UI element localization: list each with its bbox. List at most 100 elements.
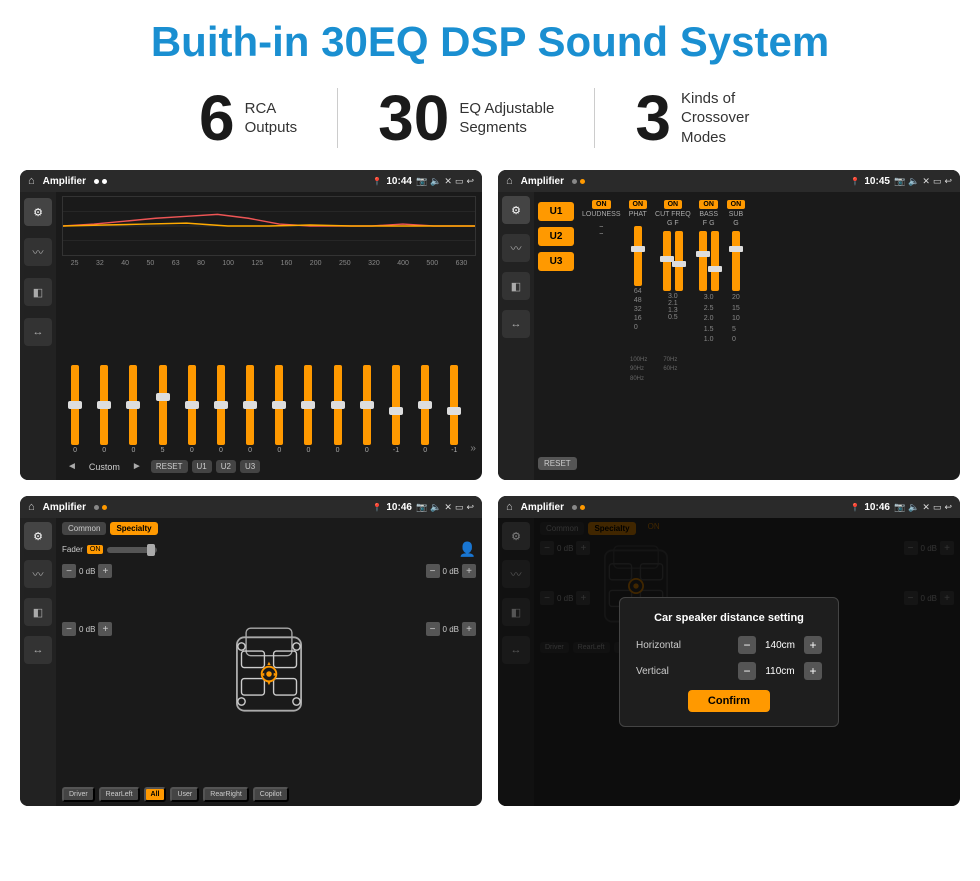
home-icon-2[interactable]: ⌂: [506, 175, 513, 187]
db-ctrl-rear-right: − 0 dB +: [426, 622, 476, 636]
cutfreq-ctrl: ON CUT FREQ G F: [655, 200, 691, 321]
minus-btn-rr[interactable]: −: [426, 622, 440, 636]
driver-btn[interactable]: Driver: [62, 787, 95, 802]
back-icon[interactable]: ↩: [466, 176, 474, 187]
plus-btn-fl[interactable]: +: [98, 564, 112, 578]
cross-icon-btn-4[interactable]: ↔: [502, 310, 530, 338]
speaker-status-dots: [94, 505, 107, 510]
u3-button[interactable]: U3: [240, 460, 260, 473]
eq-slider-14[interactable]: -1: [441, 365, 467, 454]
cross-icon-btn-3[interactable]: ◧: [502, 272, 530, 300]
horizontal-plus[interactable]: +: [804, 636, 822, 654]
cross-icon-btn-2[interactable]: 〰: [502, 234, 530, 262]
home-icon-4[interactable]: ⌂: [506, 501, 513, 513]
crossover-app-title: Amplifier: [521, 176, 564, 187]
rearright-btn[interactable]: RearRight: [203, 787, 249, 802]
cutfreq-on[interactable]: ON: [664, 200, 683, 209]
phat-on[interactable]: ON: [629, 200, 648, 209]
user-btn[interactable]: User: [170, 787, 199, 802]
stat-crossover: 3 Kinds ofCrossover Modes: [595, 86, 821, 150]
spk-icon-btn-2[interactable]: 〰: [24, 560, 52, 588]
eq-slider-6[interactable]: 0: [208, 365, 234, 454]
stat-text-rca: RCAOutputs: [245, 99, 298, 138]
loudness-on[interactable]: ON: [592, 200, 611, 209]
copilot-btn[interactable]: Copilot: [253, 787, 289, 802]
rearleft-btn[interactable]: RearLeft: [99, 787, 140, 802]
u1-button[interactable]: U1: [192, 460, 212, 473]
plus-btn-rl[interactable]: +: [98, 622, 112, 636]
eq-slider-4[interactable]: 5: [150, 365, 176, 454]
eq-slider-3[interactable]: 0: [120, 365, 146, 454]
eq-slider-9[interactable]: 0: [295, 365, 321, 454]
rect-icon-3: ▭: [455, 502, 464, 513]
svg-text:◄: ◄: [260, 671, 265, 677]
horizontal-minus[interactable]: −: [738, 636, 756, 654]
back-icon-2[interactable]: ↩: [944, 176, 952, 187]
dialog-status-icons: 📷 🔈 ✕ ▭ ↩: [894, 502, 952, 513]
eq-icon-btn-2[interactable]: 〰: [24, 238, 52, 266]
eq-sliders-row: 0 0 0 5 0: [62, 271, 476, 456]
bass-on[interactable]: ON: [699, 200, 718, 209]
crossover-right: U1 U2 U3 RESET ON LOUDNESS ~: [534, 192, 960, 480]
db-val-rl: 0 dB: [79, 625, 95, 634]
bass-label: BASS: [699, 211, 718, 218]
back-icon-3[interactable]: ↩: [466, 502, 474, 513]
spk-icon-btn-3[interactable]: ◧: [24, 598, 52, 626]
eq-app-title: Amplifier: [43, 176, 86, 187]
u1-crossover-btn[interactable]: U1: [538, 202, 574, 221]
back-icon-4[interactable]: ↩: [944, 502, 952, 513]
sub-on[interactable]: ON: [727, 200, 746, 209]
home-icon-3[interactable]: ⌂: [28, 501, 35, 513]
eq-left-panel: ⚙ 〰 ◧ ↔: [20, 192, 56, 480]
all-btn[interactable]: All: [144, 787, 167, 802]
speaker-right-col: − 0 dB + − 0 dB +: [426, 564, 476, 783]
eq-icon-btn-4[interactable]: ↔: [24, 318, 52, 346]
minus-btn-rl[interactable]: −: [62, 622, 76, 636]
u2-button[interactable]: U2: [216, 460, 236, 473]
minus-btn-fr[interactable]: −: [426, 564, 440, 578]
crossover-left-panel: ⚙ 〰 ◧ ↔: [498, 192, 534, 480]
tab-common[interactable]: Common: [62, 522, 106, 535]
spk-icon-btn-4[interactable]: ↔: [24, 636, 52, 664]
fader-label: Fader: [62, 545, 83, 554]
eq-icon-btn-3[interactable]: ◧: [24, 278, 52, 306]
vertical-minus[interactable]: −: [738, 662, 756, 680]
u2-crossover-btn[interactable]: U2: [538, 227, 574, 246]
home-icon[interactable]: ⌂: [28, 175, 35, 187]
tab-specialty[interactable]: Specialty: [110, 522, 157, 535]
eq-slider-2[interactable]: 0: [91, 365, 117, 454]
reset-button[interactable]: RESET: [151, 460, 188, 473]
minus-btn-fl[interactable]: −: [62, 564, 76, 578]
dialog-screen: ⌂ Amplifier 📍 10:46 📷 🔈 ✕ ▭ ↩ ⚙ 〰 ◧: [498, 496, 960, 806]
speaker-time: 10:46: [386, 502, 412, 513]
speaker-tabs: Common Specialty: [62, 522, 476, 535]
spk-icon-btn-1[interactable]: ⚙: [24, 522, 52, 550]
plus-btn-fr[interactable]: +: [462, 564, 476, 578]
eq-slider-12[interactable]: -1: [383, 365, 409, 454]
confirm-button[interactable]: Confirm: [688, 690, 770, 712]
pin-icon-2: 📍: [850, 177, 860, 186]
eq-slider-13[interactable]: 0: [412, 365, 438, 454]
u3-crossover-btn[interactable]: U3: [538, 252, 574, 271]
eq-slider-8[interactable]: 0: [266, 365, 292, 454]
prev-button[interactable]: ◄: [62, 459, 82, 474]
fader-on-badge[interactable]: ON: [87, 545, 104, 554]
dialog-bg: ⚙ 〰 ◧ ↔ Common Specialty ON − 0 dB +: [498, 518, 960, 806]
expand-icon[interactable]: »: [470, 443, 476, 454]
fader-slider[interactable]: [107, 547, 157, 553]
eq-slider-10[interactable]: 0: [325, 365, 351, 454]
eq-slider-5[interactable]: 0: [179, 365, 205, 454]
eq-slider-11[interactable]: 0: [354, 365, 380, 454]
db-val-fr: 0 dB: [443, 567, 459, 576]
fader-knob[interactable]: [147, 544, 155, 556]
dialog-status-dots: [572, 505, 585, 510]
crossover-reset-btn[interactable]: RESET: [538, 457, 577, 470]
cutfreq-label: CUT FREQ: [655, 211, 691, 218]
eq-slider-1[interactable]: 0: [62, 365, 88, 454]
vertical-plus[interactable]: +: [804, 662, 822, 680]
eq-icon-btn-1[interactable]: ⚙: [24, 198, 52, 226]
eq-slider-7[interactable]: 0: [237, 365, 263, 454]
cross-icon-btn-1[interactable]: ⚙: [502, 196, 530, 224]
plus-btn-rr[interactable]: +: [462, 622, 476, 636]
next-button[interactable]: ►: [127, 459, 147, 474]
